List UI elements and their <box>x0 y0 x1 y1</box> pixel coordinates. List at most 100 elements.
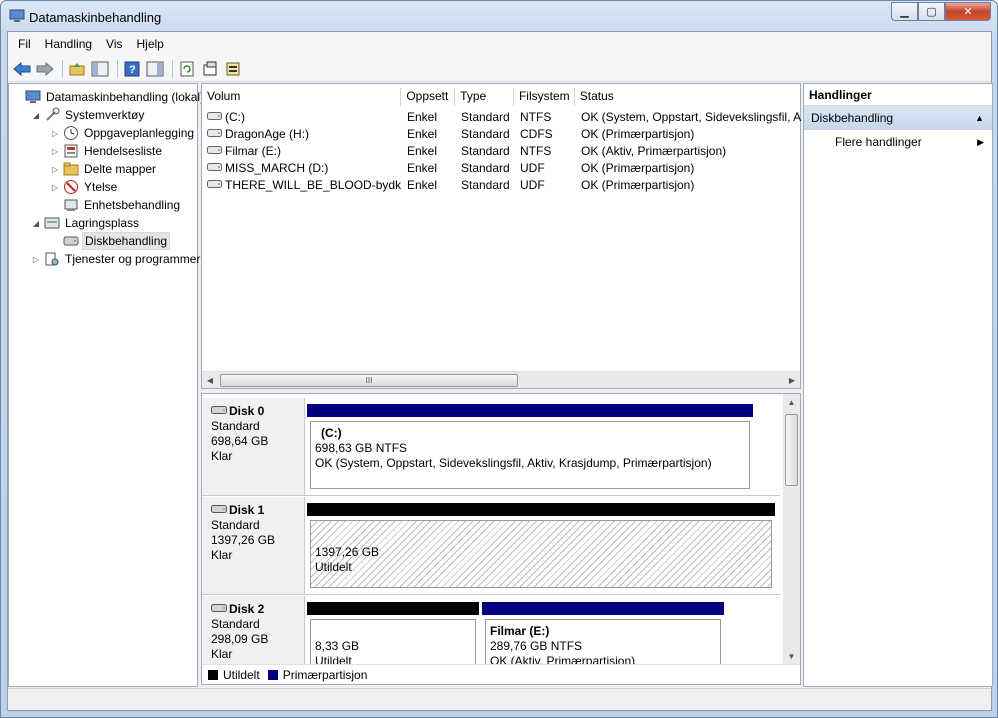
tree-item[interactable]: Diskbehandling <box>50 232 171 250</box>
expander-icon[interactable]: ◢ <box>31 219 41 228</box>
disk-drive-icon <box>211 503 227 518</box>
show-hide-tree-icon[interactable] <box>90 59 110 79</box>
properties-icon[interactable] <box>200 59 220 79</box>
cell-volume: (C:) <box>202 110 402 124</box>
cell-status: OK (Primærpartisjon) <box>581 160 695 175</box>
actions-section-disk-management[interactable]: Diskbehandling ▲ <box>804 106 992 130</box>
disk-state: Klar <box>211 449 233 463</box>
tree-item[interactable]: Datamaskinbehandling (lokal) <box>12 88 206 106</box>
minimize-button[interactable]: ▁ <box>891 2 918 21</box>
expander-icon[interactable]: ▷ <box>50 129 60 138</box>
cell-layout: Enkel <box>407 177 438 192</box>
disk-management-icon <box>63 233 79 249</box>
more-actions-label: Flere handlinger <box>835 135 922 149</box>
disk-state: Klar <box>211 548 233 562</box>
tree-item[interactable]: Enhetsbehandling <box>50 196 182 214</box>
column-header-layout[interactable]: Oppsett <box>401 88 456 106</box>
expander-icon[interactable]: ◢ <box>31 111 41 120</box>
toolbar-separator <box>62 59 63 78</box>
partition-primary[interactable]: (C:) 698,63 GB NTFS OK (System, Oppstart, … <box>307 404 753 492</box>
expander-icon[interactable]: ▷ <box>50 165 60 174</box>
vertical-scrollbar[interactable]: ▲ ▼ <box>783 394 800 666</box>
disk-type: Standard <box>211 419 260 433</box>
scroll-right-icon[interactable]: ▶ <box>786 374 798 387</box>
cell-type: Standard <box>461 177 510 192</box>
tree-item[interactable]: ▷ Hendelsesliste <box>50 142 164 160</box>
partition-unallocated[interactable]: 1397,26 GB Utildelt <box>307 503 775 591</box>
table-row[interactable]: DragonAge (H:) Enkel Standard CDFS OK (Primæ… <box>202 125 802 142</box>
table-row[interactable]: Filmar (E:) Enkel Standard NTFS OK (Aktiv, P… <box>202 142 802 159</box>
disk-size: 698,64 GB <box>211 434 269 448</box>
partition-body: 1397,26 GB Utildelt <box>310 520 772 588</box>
column-header-volume[interactable]: Volum <box>202 88 402 106</box>
toolbar-separator <box>117 59 118 78</box>
partition-size: 698,63 GB NTFS <box>315 441 408 455</box>
title-bar[interactable]: Datamaskinbehandling ▁ ▢ ✕ <box>1 1 997 31</box>
window-title: Datamaskinbehandling <box>29 10 162 25</box>
column-header-filesystem[interactable]: Filsystem <box>513 88 575 106</box>
export-icon[interactable] <box>223 59 243 79</box>
partition-body: (C:) 698,63 GB NTFS OK (System, Oppstart, … <box>310 421 750 489</box>
disk-info[interactable]: Disk 0 Standard 698,64 GB Klar <box>202 398 305 495</box>
cell-type: Standard <box>461 160 510 175</box>
toolbar: ? <box>8 56 991 82</box>
disk-size: 298,09 GB <box>211 632 269 646</box>
partition-status: Utildelt <box>315 560 352 574</box>
scroll-left-icon[interactable]: ◀ <box>204 374 216 387</box>
event-viewer-icon <box>63 143 79 159</box>
disk-type: Standard <box>211 617 260 631</box>
disk-name: Disk 0 <box>211 404 304 419</box>
expander-icon[interactable]: ▷ <box>50 183 60 192</box>
table-row[interactable]: (C:) Enkel Standard NTFS OK (System, Oppstar… <box>202 108 802 125</box>
navigation-tree: Datamaskinbehandling (lokal) ◢ Systemverkt… <box>8 83 204 687</box>
expander-icon[interactable]: ▷ <box>50 147 60 156</box>
refresh-icon[interactable] <box>177 59 197 79</box>
disk-name: Disk 2 <box>211 602 304 617</box>
table-row[interactable]: MISS_MARCH (D:) Enkel Standard UDF OK (Primæ… <box>202 159 802 176</box>
disk-info[interactable]: Disk 1 Standard 1397,26 GB Klar <box>202 497 305 594</box>
forward-arrow-icon[interactable] <box>35 59 55 79</box>
volume-list: Volum Oppsett Type Filsystem Status (C:)… <box>201 83 801 389</box>
tree-item[interactable]: ◢ Lagringsplass <box>31 214 141 232</box>
tree-item-label: Ytelse <box>84 180 118 194</box>
tree-item[interactable]: ◢ Systemverktøy <box>31 106 146 124</box>
show-hide-action-icon[interactable] <box>145 59 165 79</box>
scroll-up-icon[interactable]: ▲ <box>783 396 800 410</box>
collapse-up-icon[interactable]: ▲ <box>975 106 984 130</box>
partition-color-bar <box>307 404 753 417</box>
menu-fil[interactable]: Fil <box>11 37 38 51</box>
column-header-status[interactable]: Status <box>574 88 800 106</box>
tree-item[interactable]: ▷ Delte mapper <box>50 160 158 178</box>
scroll-thumb[interactable] <box>785 414 798 486</box>
menu-vis[interactable]: Vis <box>99 37 129 51</box>
menu-hjelp[interactable]: Hjelp <box>130 37 171 51</box>
tree-item[interactable]: ▷ Oppgaveplanlegging <box>50 124 196 142</box>
maximize-button[interactable]: ▢ <box>918 2 945 21</box>
tree-item[interactable]: ▷ Ytelse <box>50 178 119 196</box>
more-actions-item[interactable]: Flere handlinger ▶ <box>804 130 992 154</box>
computer-icon <box>25 89 41 105</box>
scroll-down-icon[interactable]: ▼ <box>783 650 800 664</box>
close-button[interactable]: ✕ <box>945 2 991 21</box>
scroll-thumb[interactable]: III <box>220 374 518 387</box>
horizontal-scrollbar[interactable]: ◀ III ▶ <box>202 371 800 388</box>
volume-name: (C:) <box>225 109 245 124</box>
expander-icon[interactable]: ▷ <box>31 255 41 264</box>
tree-item-label: Datamaskinbehandling (lokal) <box>46 90 205 104</box>
up-folder-icon[interactable] <box>67 59 87 79</box>
menu-handling[interactable]: Handling <box>38 37 99 51</box>
app-window: Datamaskinbehandling ▁ ▢ ✕ Fil Handling … <box>0 0 998 718</box>
table-row[interactable]: THERE_WILL_BE_BLOOD-bydk (J:) Enkel Standa… <box>202 176 802 193</box>
cell-type: Standard <box>461 109 510 124</box>
partition-color-bar <box>482 602 724 615</box>
volume-name: Filmar (E:) <box>225 143 281 158</box>
tree-item[interactable]: ▷ Tjenester og programmer <box>31 250 202 268</box>
disk-map: Disk 0 Standard 698,64 GB Klar (C:) 698,63 GB… <box>201 393 801 685</box>
back-arrow-icon[interactable] <box>12 59 32 79</box>
help-icon[interactable]: ? <box>122 59 142 79</box>
disk-name: Disk 1 <box>211 503 304 518</box>
column-header-type[interactable]: Type <box>455 88 514 106</box>
disk-row: Disk 0 Standard 698,64 GB Klar (C:) 698,63 GB… <box>202 398 780 496</box>
volume-name: MISS_MARCH (D:) <box>225 160 329 175</box>
tools-icon <box>44 107 60 123</box>
